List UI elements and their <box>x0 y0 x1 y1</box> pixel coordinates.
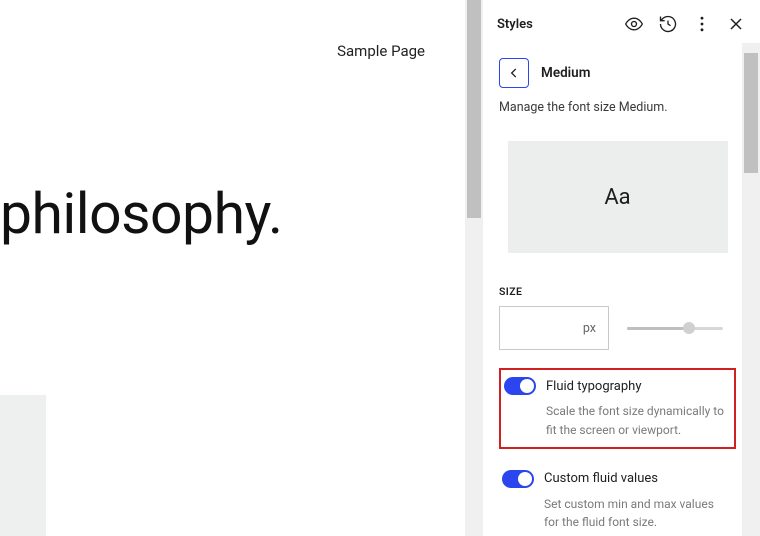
slider-knob[interactable] <box>683 322 695 334</box>
scrollbar-thumb[interactable] <box>467 0 481 218</box>
size-slider[interactable] <box>627 318 723 338</box>
style-book-icon[interactable] <box>620 10 648 38</box>
custom-fluid-values-option: Custom fluid values Set custom min and m… <box>499 463 736 536</box>
size-number-input[interactable]: px <box>499 306 609 350</box>
panel-header: Styles <box>483 0 760 48</box>
canvas-vertical-scrollbar[interactable] <box>465 0 483 536</box>
panel-title: Styles <box>497 17 533 32</box>
preview-sample-text: Aa <box>604 185 630 210</box>
breadcrumb-label: Medium <box>541 65 590 81</box>
breadcrumb-back-row: Medium <box>499 58 736 88</box>
panel-description: Manage the font size Medium. <box>499 100 736 115</box>
styles-panel: Styles <box>483 0 760 536</box>
size-control-row: px <box>499 306 736 350</box>
size-unit-label[interactable]: px <box>583 321 596 336</box>
size-section-label: SIZE <box>499 285 736 298</box>
custom-fluid-values-toggle[interactable] <box>502 470 534 488</box>
revisions-icon[interactable] <box>654 10 682 38</box>
panel-vertical-scrollbar[interactable] <box>742 43 760 536</box>
fluid-typography-description: Scale the font size dynamically to fit t… <box>546 402 729 439</box>
more-menu-icon[interactable] <box>688 10 716 38</box>
fluid-typography-label: Fluid typography <box>546 379 641 394</box>
custom-fluid-values-label: Custom fluid values <box>544 471 658 486</box>
font-size-preview: Aa <box>508 141 728 253</box>
fluid-typography-option: Fluid typography Scale the font size dyn… <box>499 368 736 448</box>
slider-fill <box>627 327 687 330</box>
page-heading[interactable]: philosophy. <box>0 180 282 247</box>
fluid-typography-toggle[interactable] <box>504 377 536 395</box>
scrollbar-thumb[interactable] <box>744 53 758 173</box>
back-button[interactable] <box>499 58 529 88</box>
content-block-placeholder <box>0 395 46 536</box>
custom-fluid-values-description: Set custom min and max values for the fl… <box>544 495 731 532</box>
close-panel-icon[interactable] <box>722 10 750 38</box>
panel-body: Medium Manage the font size Medium. Aa S… <box>483 48 760 536</box>
editor-canvas: Sample Page philosophy. <box>0 0 465 536</box>
nav-link-sample-page[interactable]: Sample Page <box>337 42 425 60</box>
